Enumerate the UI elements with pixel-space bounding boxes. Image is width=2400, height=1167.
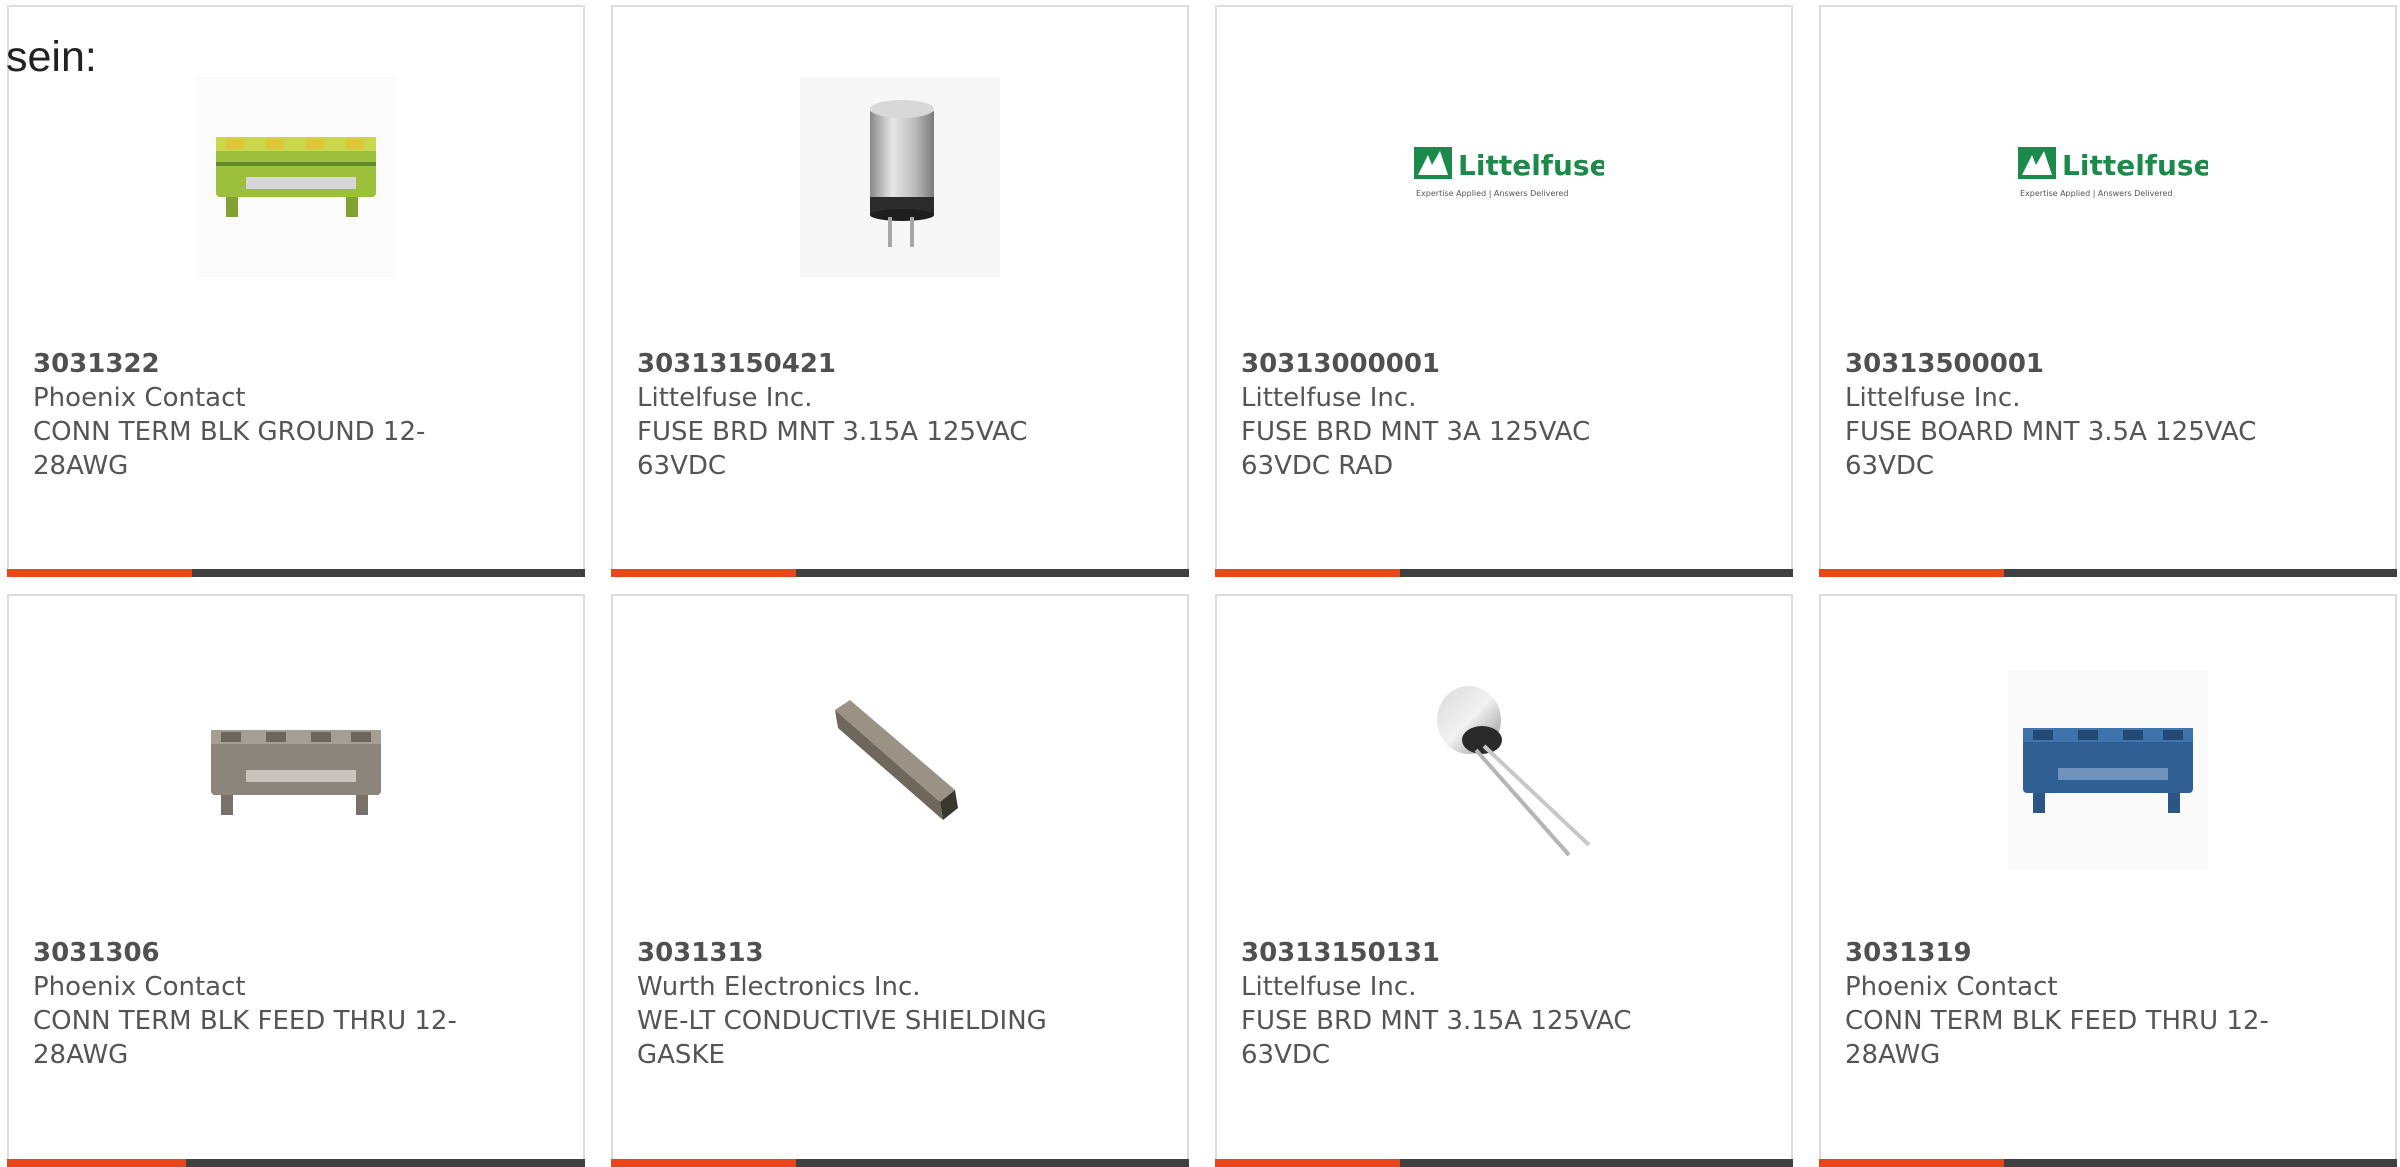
card-bar-accent [1819,1159,2004,1167]
product-card[interactable]: 30313150421 Littelfuse Inc. FUSE BRD MNT… [611,5,1189,577]
card-bottom-bar [7,569,585,577]
product-info: 3031319 Phoenix Contact CONN TERM BLK FE… [1845,936,2285,1072]
manufacturer: Phoenix Contact [33,383,246,413]
part-number-link[interactable]: 3031306 [33,936,473,970]
manufacturer: Littelfuse Inc. [1845,383,2021,413]
product-description: CONN TERM BLK FEED THRU 12-28AWG [33,1006,457,1070]
product-image-area[interactable]: Littelfuse Expertise Applied | Answers D… [1821,7,2395,307]
part-number-link[interactable]: 3031319 [1845,936,2285,970]
card-bar-accent [7,1159,187,1167]
product-info: 30313150131 Littelfuse Inc. FUSE BRD MNT… [1241,936,1681,1072]
card-bar-accent [1215,1159,1400,1167]
product-info: 3031306 Phoenix Contact CONN TERM BLK FE… [33,936,473,1072]
logo-wordmark: Littelfuse [2062,149,2208,182]
logo-tagline: Expertise Applied | Answers Delivered [1416,189,1568,198]
terminal-block-grey-image [196,670,396,870]
product-info: 3031313 Wurth Electronics Inc. WE-LT CON… [637,936,1077,1072]
littelfuse-logo-image: Littelfuse Expertise Applied | Answers D… [2008,77,2208,277]
part-number-link[interactable]: 3031322 [33,347,473,381]
card-bottom-bar [1819,569,2397,577]
card-bottom-bar [611,569,1189,577]
part-number-link[interactable]: 30313500001 [1845,347,2285,381]
card-bar-accent [1215,569,1400,577]
logo-tagline: Expertise Applied | Answers Delivered [2020,189,2172,198]
terminal-block-blue-image [2008,670,2208,870]
product-description: CONN TERM BLK FEED THRU 12-28AWG [1845,1006,2269,1070]
manufacturer: Littelfuse Inc. [1241,383,1417,413]
product-card[interactable]: 3031306 Phoenix Contact CONN TERM BLK FE… [7,594,585,1167]
product-info: 30313150421 Littelfuse Inc. FUSE BRD MNT… [637,347,1077,483]
product-description: FUSE BOARD MNT 3.5A 125VAC 63VDC [1845,417,2257,481]
product-info: 3031322 Phoenix Contact CONN TERM BLK GR… [33,347,473,483]
product-description: FUSE BRD MNT 3.15A 125VAC 63VDC [1241,1006,1632,1070]
product-grid-page: sein: 3031322 Phoenix Contact CONN TERM … [0,0,2400,1167]
terminal-block-green-yellow-image [196,77,396,277]
manufacturer: Phoenix Contact [33,972,246,1002]
fuse-cylinder-silver-image [800,77,1000,277]
product-image-area[interactable]: Littelfuse Expertise Applied | Answers D… [1217,7,1791,307]
intro-text: sein: [6,33,97,81]
manufacturer: Phoenix Contact [1845,972,2058,1002]
product-description: FUSE BRD MNT 3.15A 125VAC 63VDC [637,417,1028,481]
product-card[interactable]: Littelfuse Expertise Applied | Answers D… [1819,5,2397,577]
manufacturer: Littelfuse Inc. [637,383,813,413]
product-card[interactable]: 3031322 Phoenix Contact CONN TERM BLK GR… [7,5,585,577]
card-bottom-bar [1215,1159,1793,1167]
card-bar-accent [7,569,192,577]
card-bar-accent [611,1159,796,1167]
card-bottom-bar [1215,569,1793,577]
card-bar-accent [611,569,796,577]
part-number-link[interactable]: 30313150131 [1241,936,1681,970]
part-number-link[interactable]: 30313000001 [1241,347,1681,381]
manufacturer: Littelfuse Inc. [1241,972,1417,1002]
logo-wordmark: Littelfuse [1458,149,1604,182]
part-number-link[interactable]: 30313150421 [637,347,1077,381]
card-bottom-bar [1819,1159,2397,1167]
fuse-radial-leads-image [1404,670,1604,870]
product-image-area[interactable] [613,7,1187,307]
product-card[interactable]: Littelfuse Expertise Applied | Answers D… [1215,5,1793,577]
product-image-area[interactable] [1821,596,2395,896]
product-card[interactable]: 30313150131 Littelfuse Inc. FUSE BRD MNT… [1215,594,1793,1167]
product-image-area[interactable] [1217,596,1791,896]
product-description: FUSE BRD MNT 3A 125VAC 63VDC RAD [1241,417,1591,481]
card-bottom-bar [7,1159,585,1167]
product-image-area[interactable] [9,596,583,896]
product-description: CONN TERM BLK GROUND 12-28AWG [33,417,426,481]
card-bottom-bar [611,1159,1189,1167]
product-card[interactable]: 3031319 Phoenix Contact CONN TERM BLK FE… [1819,594,2397,1167]
part-number-link[interactable]: 3031313 [637,936,1077,970]
product-card[interactable]: 3031313 Wurth Electronics Inc. WE-LT CON… [611,594,1189,1167]
product-description: WE-LT CONDUCTIVE SHIELDING GASKE [637,1006,1047,1070]
manufacturer: Wurth Electronics Inc. [637,972,921,1002]
shielding-gasket-bar-image [800,670,1000,870]
card-bar-accent [1819,569,2004,577]
product-info: 30313000001 Littelfuse Inc. FUSE BRD MNT… [1241,347,1681,483]
littelfuse-logo-image: Littelfuse Expertise Applied | Answers D… [1404,77,1604,277]
product-image-area[interactable] [613,596,1187,896]
product-info: 30313500001 Littelfuse Inc. FUSE BOARD M… [1845,347,2285,483]
